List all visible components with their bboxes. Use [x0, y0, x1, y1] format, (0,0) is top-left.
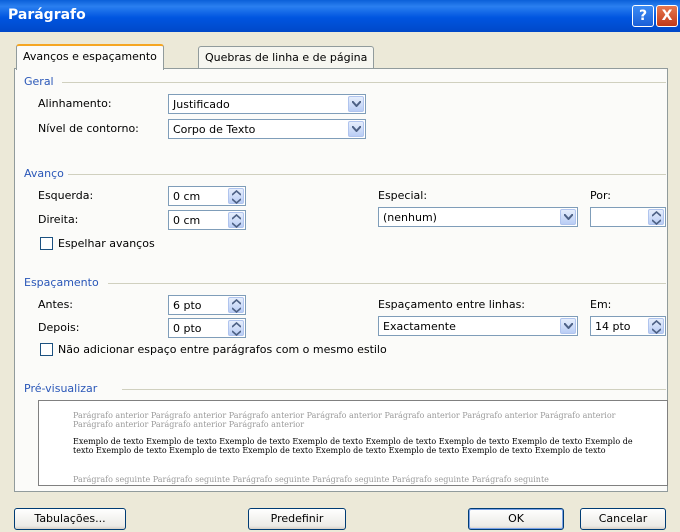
title-bar: Parágrafo ? X — [0, 0, 680, 32]
group-divider — [122, 389, 666, 390]
spacing-after-label: Depois: — [38, 321, 80, 334]
spinner-arrows-icon[interactable] — [228, 188, 244, 204]
line-spacing-value: Exactamente — [383, 320, 456, 333]
mirror-indents-label: Espelhar avanços — [58, 237, 155, 250]
special-label: Especial: — [378, 189, 428, 202]
preview-sample-paragraph: Exemplo de texto Exemplo de texto Exempl… — [73, 437, 633, 455]
special-dropdown[interactable]: (nenhum) — [378, 207, 578, 227]
indent-right-label: Direita: — [38, 213, 79, 226]
at-label: Em: — [590, 298, 612, 311]
chevron-down-icon[interactable] — [560, 209, 576, 225]
group-geral-heading: Geral — [24, 75, 54, 88]
spinner-arrows-icon[interactable] — [228, 320, 244, 336]
spinner-arrows-icon[interactable] — [228, 297, 244, 313]
spacing-before-label: Antes: — [38, 298, 74, 311]
group-avanco-heading: Avanço — [24, 167, 64, 180]
group-divider — [68, 174, 666, 175]
cancel-button[interactable]: Cancelar — [580, 508, 666, 530]
line-spacing-label: Espaçamento entre linhas: — [378, 298, 526, 311]
group-preview-heading: Pré-visualizar — [24, 382, 98, 395]
chevron-down-icon[interactable] — [560, 318, 576, 334]
no-space-same-style-checkbox[interactable] — [40, 343, 53, 356]
outline-level-value: Corpo de Texto — [173, 123, 256, 136]
line-spacing-dropdown[interactable]: Exactamente — [378, 316, 578, 336]
window-title: Parágrafo — [8, 7, 86, 23]
special-value: (nenhum) — [383, 211, 437, 224]
indent-left-value: 0 cm — [173, 190, 201, 203]
indent-left-label: Esquerda: — [38, 189, 94, 202]
outline-level-dropdown[interactable]: Corpo de Texto — [168, 119, 366, 139]
by-spinner[interactable] — [590, 207, 666, 227]
indent-right-value: 0 cm — [173, 214, 201, 227]
spacing-after-value: 0 pto — [173, 322, 202, 335]
paragraph-preview: Parágrafo anterior Parágrafo anterior Pa… — [38, 400, 668, 486]
alignment-label: Alinhamento: — [38, 97, 112, 110]
preview-next-paragraph: Parágrafo seguinte Parágrafo seguinte Pa… — [73, 475, 549, 484]
indent-left-spinner[interactable]: 0 cm — [168, 186, 246, 206]
spacing-after-spinner[interactable]: 0 pto — [168, 318, 246, 338]
no-space-same-style-label: Não adicionar espaço entre parágrafos co… — [58, 343, 387, 356]
spacing-before-value: 6 pto — [173, 299, 202, 312]
tab-indents-spacing[interactable]: Avanços e espaçamento — [16, 44, 164, 70]
chevron-down-icon[interactable] — [348, 121, 364, 137]
set-default-button[interactable]: Predefinir — [248, 508, 346, 530]
spinner-arrows-icon[interactable] — [648, 318, 664, 334]
tabs-button[interactable]: Tabulações... — [14, 508, 126, 530]
group-divider — [108, 283, 666, 284]
group-divider — [62, 82, 666, 83]
spacing-before-spinner[interactable]: 6 pto — [168, 295, 246, 315]
at-value: 14 pto — [595, 320, 631, 333]
chevron-down-icon[interactable] — [348, 96, 364, 112]
alignment-dropdown[interactable]: Justificado — [168, 94, 366, 114]
close-button[interactable]: X — [656, 5, 678, 27]
help-button[interactable]: ? — [632, 5, 654, 27]
spinner-arrows-icon[interactable] — [228, 212, 244, 228]
alignment-value: Justificado — [173, 98, 230, 111]
group-espacamento-heading: Espaçamento — [24, 276, 99, 289]
spinner-arrows-icon[interactable] — [648, 209, 664, 225]
outline-level-label: Nível de contorno: — [38, 122, 139, 135]
mirror-indents-checkbox[interactable] — [40, 237, 53, 250]
ok-button[interactable]: OK — [468, 508, 564, 530]
preview-previous-paragraph: Parágrafo anterior Parágrafo anterior Pa… — [73, 411, 616, 429]
tab-line-page-breaks[interactable]: Quebras de linha e de página — [198, 46, 375, 68]
by-label: Por: — [590, 189, 612, 202]
indent-right-spinner[interactable]: 0 cm — [168, 210, 246, 230]
at-spinner[interactable]: 14 pto — [590, 316, 666, 336]
